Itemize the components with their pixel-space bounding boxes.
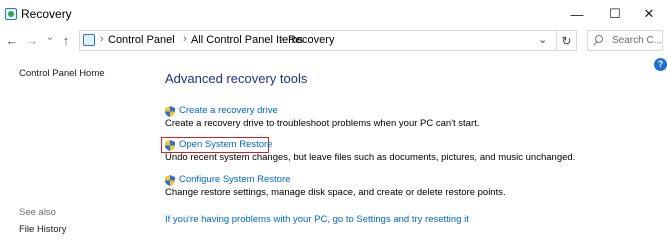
breadcrumb-control-panel[interactable]: Control Panel <box>108 34 175 46</box>
minimize-button[interactable]: — <box>559 0 595 28</box>
help-icon[interactable]: ? <box>654 58 667 71</box>
up-arrow-icon[interactable]: ↑ <box>59 33 73 48</box>
refresh-button[interactable]: ↻ <box>556 30 577 51</box>
breadcrumb-recovery[interactable]: Recovery <box>288 34 334 46</box>
shield-icon <box>165 175 175 186</box>
file-history-link[interactable]: File History <box>19 224 67 235</box>
configure-system-restore-description: Change restore settings, manage disk spa… <box>165 187 506 198</box>
create-recovery-drive-description: Create a recovery drive to troubleshoot … <box>165 118 480 129</box>
title-bar: Recovery — ☐ ✕ <box>0 0 667 28</box>
search-box[interactable] <box>587 30 663 51</box>
search-icon <box>595 35 603 43</box>
page-heading: Advanced recovery tools <box>165 71 308 86</box>
breadcrumb-all-items[interactable]: All Control Panel Items <box>191 34 303 46</box>
address-bar[interactable]: › Control Panel › All Control Panel Item… <box>79 30 577 51</box>
reset-pc-link[interactable]: If you're having problems with your PC, … <box>165 214 469 225</box>
shield-icon <box>165 140 175 151</box>
open-system-restore-description: Undo recent system changes, but leave fi… <box>165 152 576 163</box>
create-recovery-drive-link[interactable]: Create a recovery drive <box>179 105 278 116</box>
breadcrumb-separator: › <box>183 33 187 45</box>
see-also-label: See also <box>19 207 56 218</box>
back-arrow-icon[interactable]: ← <box>5 33 19 48</box>
forward-arrow-icon[interactable]: → <box>25 33 39 48</box>
configure-system-restore-link[interactable]: Configure System Restore <box>179 174 290 185</box>
open-system-restore-link[interactable]: Open System Restore <box>179 139 272 150</box>
breadcrumb-separator: › <box>100 33 104 45</box>
control-panel-home-link[interactable]: Control Panel Home <box>19 68 105 79</box>
search-input[interactable] <box>612 33 662 48</box>
shield-icon <box>165 106 175 117</box>
window-title: Recovery <box>21 7 72 21</box>
recovery-app-icon <box>5 8 17 20</box>
maximize-button[interactable]: ☐ <box>597 0 633 28</box>
close-button[interactable]: ✕ <box>631 0 667 28</box>
address-dropdown-icon[interactable]: ⌄ <box>538 33 547 46</box>
control-panel-icon <box>83 34 95 46</box>
recent-locations-icon[interactable]: ⌄ <box>43 32 57 43</box>
breadcrumb-separator: › <box>280 33 284 45</box>
